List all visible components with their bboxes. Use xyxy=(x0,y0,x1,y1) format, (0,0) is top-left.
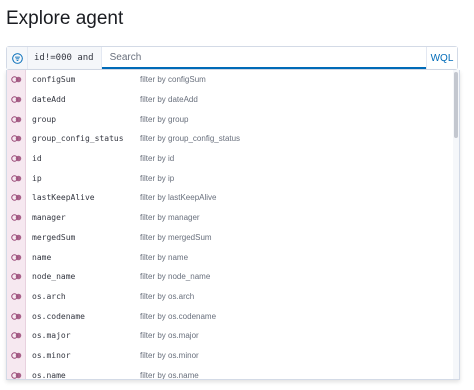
suggestion-description: filter by id xyxy=(140,154,175,164)
field-type-strip xyxy=(7,325,26,346)
field-type-strip xyxy=(7,168,26,189)
token-field-icon xyxy=(10,194,21,202)
search-bar: id!=000 and WQL xyxy=(6,46,458,70)
suggestion-field: group xyxy=(32,114,57,124)
suggestion-field: mergedSum xyxy=(32,232,76,242)
query-prefix[interactable]: id!=000 and xyxy=(28,47,102,69)
suggestion-description: filter by name xyxy=(140,252,189,262)
suggestion-field: os.name xyxy=(32,370,66,379)
suggestion-item[interactable]: manager filter by manager xyxy=(7,207,453,228)
suggestion-description: filter by dateAdd xyxy=(140,95,198,105)
token-field-icon xyxy=(10,253,21,261)
token-field-icon xyxy=(10,155,21,162)
suggestion-description: filter by os.codename xyxy=(140,311,217,321)
field-type-strip xyxy=(7,247,26,267)
token-field-icon xyxy=(10,312,21,320)
suggestion-description: filter by group_config_status xyxy=(140,134,241,144)
suggestion-field: node_name xyxy=(32,272,76,282)
suggestion-field: manager xyxy=(32,213,66,223)
suggestion-description: filter by os.major xyxy=(140,331,199,341)
field-type-strip xyxy=(7,188,26,208)
wql-button[interactable]: WQL xyxy=(426,47,457,69)
field-type-strip xyxy=(7,89,26,110)
suggestion-item[interactable]: id filter by id xyxy=(7,148,453,169)
suggestion-item[interactable]: ip filter by ip xyxy=(7,168,453,189)
suggestions-dropdown: configSum filter by configSum dateAdd filte… xyxy=(6,70,460,380)
suggestion-field: name xyxy=(32,252,52,262)
suggestion-item[interactable]: os.minor filter by os.minor xyxy=(7,345,453,366)
suggestion-field: os.minor xyxy=(32,350,71,360)
field-type-strip xyxy=(7,227,26,248)
suggestion-description: filter by group xyxy=(140,114,189,124)
suggestion-item[interactable]: group filter by group xyxy=(7,109,453,130)
filter-icon xyxy=(11,52,23,64)
suggestion-item[interactable]: configSum filter by configSum xyxy=(7,70,453,90)
suggestion-description: filter by node_name xyxy=(140,272,211,282)
suggestion-field: group_config_status xyxy=(32,134,124,144)
token-field-icon xyxy=(10,371,21,379)
field-type-strip xyxy=(7,306,26,326)
suggestion-item[interactable]: name filter by name xyxy=(7,247,453,267)
field-type-strip xyxy=(7,286,26,307)
suggestion-field: dateAdd xyxy=(32,95,66,105)
token-field-icon xyxy=(10,214,21,221)
suggestion-item[interactable]: dateAdd filter by dateAdd xyxy=(7,89,453,110)
suggestion-field: os.major xyxy=(32,331,71,341)
suggestion-description: filter by os.arch xyxy=(140,291,195,301)
suggestion-description: filter by ip xyxy=(140,173,175,183)
filter-button[interactable] xyxy=(7,47,28,69)
suggestion-item[interactable]: node_name filter by node_name xyxy=(7,266,453,287)
scrollbar[interactable] xyxy=(453,70,459,379)
field-type-strip xyxy=(7,365,26,379)
suggestion-item[interactable]: os.name filter by os.name xyxy=(7,365,453,379)
field-type-strip xyxy=(7,148,26,169)
suggestion-item[interactable]: mergedSum filter by mergedSum xyxy=(7,227,453,248)
suggestion-description: filter by manager xyxy=(140,213,200,223)
token-field-icon xyxy=(10,115,21,123)
field-type-strip xyxy=(7,345,26,366)
field-type-strip xyxy=(7,129,26,149)
suggestion-field: configSum xyxy=(32,75,76,85)
token-field-icon xyxy=(10,175,21,182)
token-field-icon xyxy=(10,96,21,103)
suggestion-field: os.arch xyxy=(32,291,66,301)
suggestion-description: filter by os.minor xyxy=(140,350,199,360)
suggestion-item[interactable]: group_config_status filter by group_confi… xyxy=(7,129,453,149)
token-field-icon xyxy=(10,234,21,241)
suggestion-description: filter by os.name xyxy=(140,370,199,379)
field-type-strip xyxy=(7,266,26,287)
suggestion-item[interactable]: os.major filter by os.major xyxy=(7,325,453,346)
token-field-icon xyxy=(10,293,21,300)
suggestion-field: ip xyxy=(32,173,42,183)
token-field-icon xyxy=(10,135,21,143)
suggestion-description: filter by lastKeepAlive xyxy=(140,193,217,203)
search-input[interactable] xyxy=(101,47,426,69)
field-type-strip xyxy=(7,70,26,90)
token-field-icon xyxy=(10,273,21,280)
token-field-icon xyxy=(10,332,21,340)
suggestion-field: os.codename xyxy=(32,311,85,321)
token-field-icon xyxy=(10,76,21,84)
token-field-icon xyxy=(10,352,21,359)
field-type-strip xyxy=(7,109,26,130)
field-type-strip xyxy=(7,207,26,228)
suggestion-item[interactable]: lastKeepAlive filter by lastKeepAlive xyxy=(7,188,453,208)
suggestions-list: configSum filter by configSum dateAdd filte… xyxy=(7,70,453,379)
suggestion-item[interactable]: os.arch filter by os.arch xyxy=(7,286,453,307)
scrollbar-thumb[interactable] xyxy=(454,72,458,138)
page-title: Explore agent xyxy=(6,8,124,29)
suggestion-description: filter by mergedSum xyxy=(140,232,212,242)
suggestion-description: filter by configSum xyxy=(140,75,206,85)
suggestion-field: lastKeepAlive xyxy=(32,193,95,203)
suggestion-item[interactable]: os.codename filter by os.codename xyxy=(7,306,453,326)
suggestion-field: id xyxy=(32,154,42,164)
